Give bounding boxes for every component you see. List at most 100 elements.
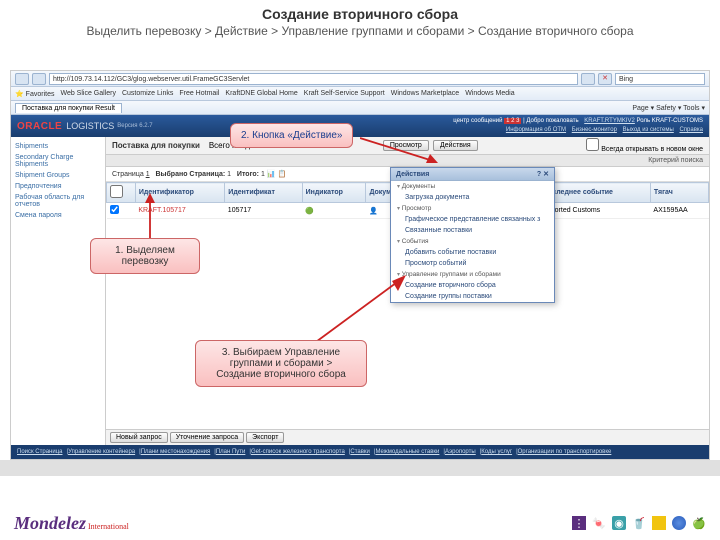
col-last-event[interactable]: Последнее событие: [540, 183, 651, 203]
footer-link[interactable]: План Пути: [216, 449, 246, 455]
content-area: Shipments Secondary Charge Shipments Shi…: [11, 137, 709, 445]
msg-center-label[interactable]: центр сообщений: [453, 118, 502, 124]
sidebar-item[interactable]: Secondary Charge Shipments: [15, 152, 101, 170]
fav-link[interactable]: Web Slice Gallery: [60, 90, 116, 97]
sidebar-item[interactable]: Shipment Groups: [15, 170, 101, 181]
menu-group-documents[interactable]: Документы: [391, 181, 554, 192]
menu-item-create-secondary[interactable]: Создание вторичного сбора: [391, 280, 554, 291]
new-query-button[interactable]: Новый запрос: [110, 432, 168, 443]
cup-icon: 🥤: [632, 516, 646, 530]
col-truck[interactable]: Тягач: [650, 183, 708, 203]
selected-label: Выбрано Страница:: [155, 171, 225, 178]
total-count: 1: [261, 171, 265, 178]
close-icon[interactable]: ✕: [543, 171, 549, 178]
menu-group-manage[interactable]: Управление группами и сборами: [391, 269, 554, 280]
oracle-version: Версия 6.2.7: [117, 123, 152, 129]
footer-link[interactable]: Межмодальные ставки: [375, 449, 439, 455]
fav-link[interactable]: Windows Marketplace: [391, 90, 459, 97]
open-new-label: Всегда открывать в новом окне: [601, 146, 703, 153]
user-link[interactable]: KRAFT.RTYMKIV2: [584, 118, 635, 124]
col-id2[interactable]: Идентификат: [225, 183, 302, 203]
fav-link[interactable]: Free Hotmail: [179, 90, 219, 97]
browser-address-bar: http://109.73.14.112/GC3/glog.webserver.…: [11, 71, 709, 87]
brand-logo: MondelezInternational: [14, 513, 129, 534]
fav-link[interactable]: Windows Media: [465, 90, 514, 97]
menu-item[interactable]: Добавить событие поставки: [391, 247, 554, 258]
menu-group-view[interactable]: Просмотр: [391, 203, 554, 214]
footer-link[interactable]: Поиск Страница: [17, 449, 63, 455]
refine-query-button[interactable]: Уточнение запроса: [170, 432, 244, 443]
role-label: Роль: [637, 118, 651, 124]
header-link[interactable]: Информация об OTM: [506, 127, 566, 133]
globe-icon: [672, 516, 686, 530]
fav-link[interactable]: Kraft Self-Service Support: [304, 90, 385, 97]
welcome-label: Добро пожаловать: [526, 118, 578, 124]
total-label: Итого:: [237, 171, 259, 178]
refresh-button[interactable]: [581, 73, 595, 85]
page-title: Поставка для покупки: [112, 141, 200, 150]
footer-link[interactable]: Get-список железного транспорта: [251, 449, 345, 455]
gray-band: [0, 460, 720, 476]
footer-link[interactable]: Плани местонахождения: [141, 449, 211, 455]
col-indicator[interactable]: Индикатор: [302, 183, 366, 203]
forward-button[interactable]: [32, 73, 46, 85]
actions-menu[interactable]: Действия ? ✕ Документы Загрузка документ…: [390, 167, 555, 303]
footer-links: Поиск Страница | Управление контейнера |…: [11, 445, 709, 459]
actions-menu-help-icon[interactable]: ? ✕: [537, 170, 549, 178]
sidebar-item[interactable]: Рабочая область для отчетов: [15, 192, 101, 210]
sidebar: Shipments Secondary Charge Shipments Shi…: [11, 137, 106, 445]
footer-link[interactable]: Ставки: [350, 449, 370, 455]
apple-icon: 🍏: [692, 516, 706, 530]
callout-1: 1. Выделяем перевозку: [90, 238, 200, 274]
criteria-bar[interactable]: Критерий поиска: [106, 155, 709, 167]
sidebar-item[interactable]: Shipments: [15, 141, 101, 152]
menu-item[interactable]: Связанные поставки: [391, 225, 554, 236]
footer-link[interactable]: Управление контейнера: [68, 449, 135, 455]
menu-group-events[interactable]: События: [391, 236, 554, 247]
selected-count: 1: [227, 171, 231, 178]
square-icon: [652, 516, 666, 530]
row-checkbox[interactable]: [110, 205, 119, 214]
cell-id2: 105717: [225, 203, 302, 219]
actions-button[interactable]: Действия: [433, 140, 478, 151]
menu-item[interactable]: Создание группы поставки: [391, 291, 554, 302]
sidebar-item[interactable]: Предпочтения: [15, 181, 101, 192]
oracle-product: LOGISTICS: [66, 121, 114, 131]
browser-tab[interactable]: Поставка для покупки Result: [15, 103, 122, 113]
actions-menu-title: Действия ? ✕: [391, 168, 554, 181]
favorites-bar: ⭐ Favorites Web Slice Gallery Customize …: [11, 87, 709, 101]
cell-truck: AX1595AA: [650, 203, 708, 219]
callout-2: 2. Кнопка «Действие»: [230, 123, 353, 148]
page-label: Страница: [112, 171, 144, 178]
footer-icons: ⋮⋮⋮ 🍬 ◉ 🥤 🍏: [572, 516, 706, 530]
footer-link[interactable]: Аэропорты: [445, 449, 476, 455]
browser-tools[interactable]: Page ▾ Safety ▾ Tools ▾: [632, 104, 705, 112]
cell-event: Exported Customs: [540, 203, 651, 219]
export-button[interactable]: Экспорт: [246, 432, 284, 443]
col-id[interactable]: Идентификатор: [135, 183, 224, 203]
footer-link[interactable]: Коды услуг: [481, 449, 512, 455]
address-field[interactable]: http://109.73.14.112/GC3/glog.webserver.…: [49, 73, 578, 85]
sidebar-item[interactable]: Смена пароля: [15, 210, 101, 221]
footer-link[interactable]: Организации по транспортировке: [518, 449, 612, 455]
slide-title: Создание вторичного сбора Выделить перев…: [0, 0, 720, 40]
col-check[interactable]: [107, 183, 136, 203]
oracle-header: ORACLE LOGISTICS Версия 6.2.7 центр сооб…: [11, 115, 709, 137]
view-button[interactable]: Просмотр: [383, 140, 429, 151]
cell-id[interactable]: KRAFT.105717: [135, 203, 224, 219]
back-button[interactable]: [15, 73, 29, 85]
header-link[interactable]: Справка: [679, 127, 703, 133]
grid-icon: ⋮⋮⋮: [572, 516, 586, 530]
menu-item[interactable]: Графическое представление связанных з: [391, 214, 554, 225]
stop-button[interactable]: ✕: [598, 73, 612, 85]
oracle-logo: ORACLE: [17, 121, 62, 132]
open-new-checkbox[interactable]: [586, 138, 599, 151]
fav-link[interactable]: Customize Links: [122, 90, 173, 97]
header-link[interactable]: Бизнес-монитор: [572, 127, 617, 133]
menu-item[interactable]: Загрузка документа: [391, 192, 554, 203]
browser-search[interactable]: Bing: [615, 73, 705, 85]
header-link[interactable]: Выход из системы: [623, 127, 674, 133]
fav-link[interactable]: KraftDNE Global Home: [225, 90, 297, 97]
menu-item[interactable]: Просмотр событий: [391, 258, 554, 269]
slide-subtitle: Выделить перевозку > Действие > Управлен…: [0, 24, 720, 38]
